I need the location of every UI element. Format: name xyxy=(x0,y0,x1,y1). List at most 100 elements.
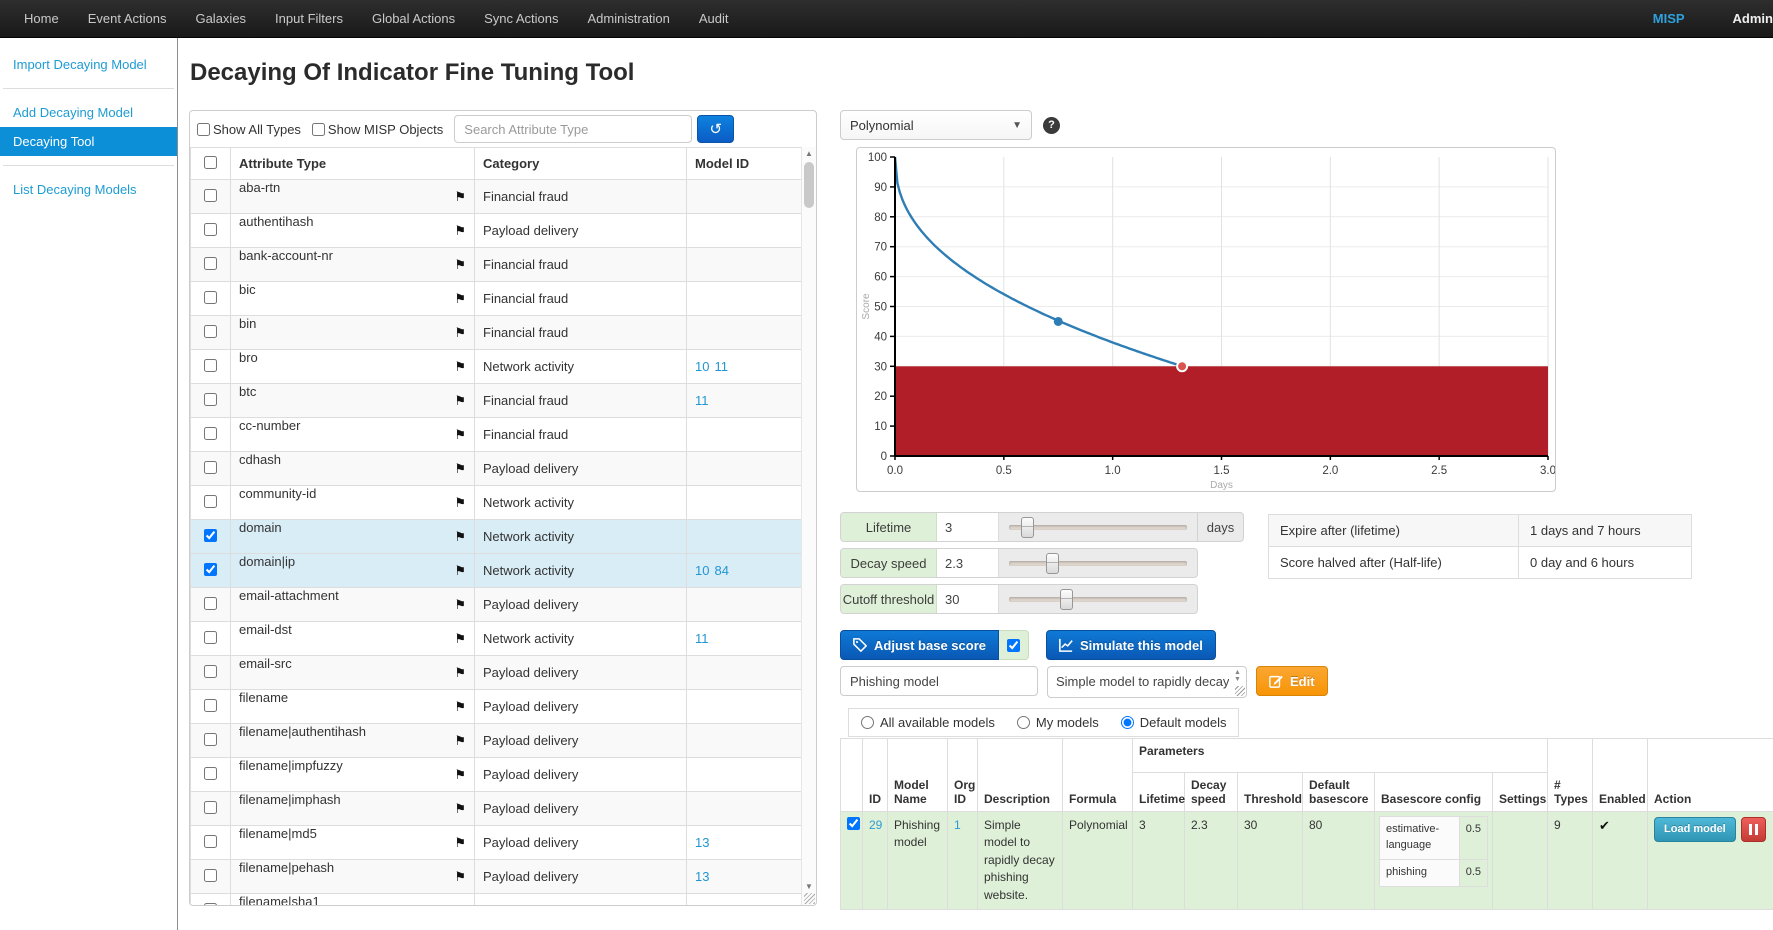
adjust-base-score-button[interactable]: Adjust base score xyxy=(840,630,999,660)
flag-icon[interactable]: ⚑ xyxy=(454,248,466,281)
attribute-row[interactable]: filename|sha1⚑Payload delivery13 xyxy=(191,894,802,907)
nav-item-sync-actions[interactable]: Sync Actions xyxy=(484,11,558,26)
attribute-row-checkbox[interactable] xyxy=(204,189,217,202)
attribute-row[interactable]: cdhash⚑Payload delivery xyxy=(191,452,802,486)
attribute-row-checkbox[interactable] xyxy=(204,359,217,372)
attribute-row-checkbox[interactable] xyxy=(204,563,217,576)
slider-value-input[interactable]: 2.3 xyxy=(937,549,999,577)
attribute-row-checkbox[interactable] xyxy=(204,495,217,508)
attribute-row[interactable]: filename|imphash⚑Payload delivery xyxy=(191,792,802,826)
show-misp-objects-toggle[interactable]: Show MISP Objects xyxy=(312,122,443,137)
slider-control[interactable] xyxy=(999,585,1197,613)
attribute-row[interactable]: filename|md5⚑Payload delivery13 xyxy=(191,826,802,860)
misp-brand-link[interactable]: MISP xyxy=(1653,11,1685,26)
slider-thumb[interactable] xyxy=(1046,553,1059,574)
attribute-row-checkbox[interactable] xyxy=(204,801,217,814)
flag-icon[interactable]: ⚑ xyxy=(454,622,466,655)
attribute-row-checkbox[interactable] xyxy=(204,427,217,440)
flag-icon[interactable]: ⚑ xyxy=(454,724,466,757)
flag-icon[interactable]: ⚑ xyxy=(454,282,466,315)
flag-icon[interactable]: ⚑ xyxy=(454,418,466,451)
model-id-link[interactable]: 11 xyxy=(695,393,709,408)
simulate-model-button[interactable]: Simulate this model xyxy=(1046,630,1216,660)
radio-my-models[interactable]: My models xyxy=(1017,715,1099,730)
slider-control[interactable] xyxy=(999,549,1197,577)
slider-track[interactable] xyxy=(1009,525,1187,530)
flag-icon[interactable]: ⚑ xyxy=(454,486,466,519)
attribute-row[interactable]: cc-number⚑Financial fraud xyxy=(191,418,802,452)
nav-item-administration[interactable]: Administration xyxy=(588,11,670,26)
vertical-scrollbar[interactable]: ▲ ▼ xyxy=(801,147,816,905)
flag-icon[interactable]: ⚑ xyxy=(454,452,466,485)
nav-item-input-filters[interactable]: Input Filters xyxy=(275,11,343,26)
sidebar-item-list-decaying-models[interactable]: List Decaying Models xyxy=(0,175,177,204)
attribute-row[interactable]: authentihash⚑Payload delivery xyxy=(191,214,802,248)
slider-value-input[interactable]: 30 xyxy=(937,585,999,613)
radio-all-available-models[interactable]: All available models xyxy=(861,715,995,730)
model-id-link[interactable]: 29 xyxy=(869,818,882,832)
attribute-row[interactable]: community-id⚑Network activity xyxy=(191,486,802,520)
attribute-row[interactable]: email-dst⚑Network activity11 xyxy=(191,622,802,656)
nav-item-global-actions[interactable]: Global Actions xyxy=(372,11,455,26)
attribute-row-checkbox[interactable] xyxy=(204,733,217,746)
scroll-down-icon[interactable]: ▼ xyxy=(802,882,816,891)
attribute-row-checkbox[interactable] xyxy=(204,529,217,542)
attribute-row[interactable]: email-src⚑Payload delivery xyxy=(191,656,802,690)
flag-icon[interactable]: ⚑ xyxy=(454,758,466,791)
slider-track[interactable] xyxy=(1009,597,1187,602)
attribute-row[interactable]: bro⚑Network activity1011 xyxy=(191,350,802,384)
flag-icon[interactable]: ⚑ xyxy=(454,520,466,553)
spinner-arrows-icon[interactable]: ▲▼ xyxy=(1231,669,1244,683)
nav-item-galaxies[interactable]: Galaxies xyxy=(195,11,246,26)
nav-user-menu[interactable]: Admin xyxy=(1733,11,1773,26)
formula-select[interactable]: Polynomial ▼ xyxy=(840,110,1032,140)
threshold-hit-marker[interactable] xyxy=(1177,361,1187,371)
flag-icon[interactable]: ⚑ xyxy=(454,214,466,247)
flag-icon[interactable]: ⚑ xyxy=(454,690,466,723)
radio-input-default-models[interactable] xyxy=(1121,716,1134,729)
attribute-row-checkbox[interactable] xyxy=(204,461,217,474)
attribute-row-checkbox[interactable] xyxy=(204,325,217,338)
attribute-row[interactable]: filename|authentihash⚑Payload delivery xyxy=(191,724,802,758)
sidebar-item-decaying-tool[interactable]: Decaying Tool xyxy=(0,127,177,156)
nav-item-home[interactable]: Home xyxy=(24,11,59,26)
flag-icon[interactable]: ⚑ xyxy=(454,384,466,417)
attribute-row-checkbox[interactable] xyxy=(204,393,217,406)
nav-item-audit[interactable]: Audit xyxy=(699,11,729,26)
model-id-link[interactable]: 11 xyxy=(695,631,709,646)
show-all-types-toggle[interactable]: Show All Types xyxy=(197,122,301,137)
slider-control[interactable] xyxy=(999,513,1197,541)
slider-thumb[interactable] xyxy=(1060,589,1073,610)
sidebar-item-add-decaying-model[interactable]: Add Decaying Model xyxy=(0,98,177,127)
attribute-row[interactable]: domain|ip⚑Network activity1084 xyxy=(191,554,802,588)
attribute-row[interactable]: email-attachment⚑Payload delivery xyxy=(191,588,802,622)
model-id-link[interactable]: 11 xyxy=(714,359,728,374)
flag-icon[interactable]: ⚑ xyxy=(454,588,466,621)
flag-icon[interactable]: ⚑ xyxy=(454,554,466,587)
flag-icon[interactable]: ⚑ xyxy=(454,792,466,825)
attribute-row-checkbox[interactable] xyxy=(204,223,217,236)
slider-track[interactable] xyxy=(1009,561,1187,566)
sidebar-item-import-decaying-model[interactable]: Import Decaying Model xyxy=(0,50,177,79)
model-id-link[interactable]: 13 xyxy=(695,903,709,906)
show-all-types-checkbox[interactable] xyxy=(197,123,210,136)
attribute-row[interactable]: filename⚑Payload delivery xyxy=(191,690,802,724)
model-row[interactable]: 29 Phishing model 1 Simple model to rapi… xyxy=(841,812,1773,910)
attribute-row-checkbox[interactable] xyxy=(204,631,217,644)
attribute-row[interactable]: aba-rtn⚑Financial fraud xyxy=(191,180,802,214)
flag-icon[interactable]: ⚑ xyxy=(454,180,466,213)
attribute-row[interactable]: filename|impfuzzy⚑Payload delivery xyxy=(191,758,802,792)
flag-icon[interactable]: ⚑ xyxy=(454,350,466,383)
flag-icon[interactable]: ⚑ xyxy=(454,860,466,893)
attribute-row-checkbox[interactable] xyxy=(204,903,217,907)
adjust-base-score-toggle[interactable] xyxy=(999,630,1029,660)
disable-model-button[interactable] xyxy=(1741,817,1766,842)
model-id-link[interactable]: 10 xyxy=(695,359,709,374)
attribute-row-checkbox[interactable] xyxy=(204,767,217,780)
attribute-row[interactable]: domain⚑Network activity xyxy=(191,520,802,554)
slider-value-input[interactable]: 3 xyxy=(937,513,999,541)
attribute-row[interactable]: btc⚑Financial fraud11 xyxy=(191,384,802,418)
textarea-resize-grip-icon[interactable] xyxy=(1235,686,1245,696)
attribute-row[interactable]: bank-account-nr⚑Financial fraud xyxy=(191,248,802,282)
model-row-checkbox[interactable] xyxy=(847,817,860,830)
